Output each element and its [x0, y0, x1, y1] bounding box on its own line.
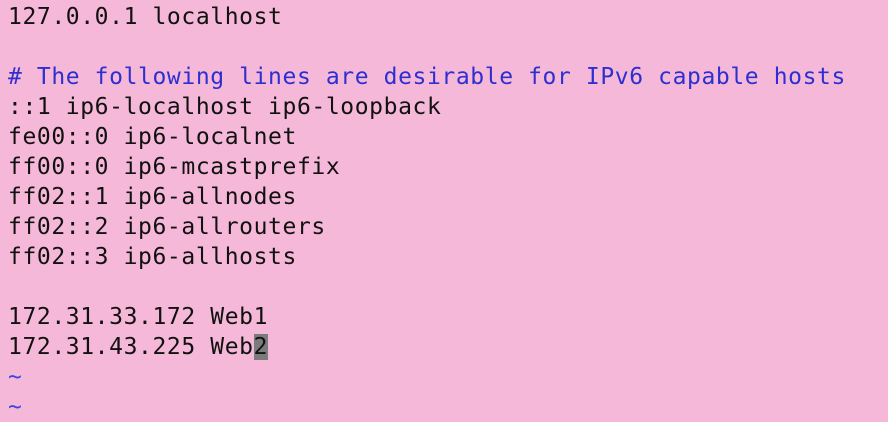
comment-line: # The following lines are desirable for … — [8, 64, 846, 90]
empty-buffer-tilde: ~ — [8, 364, 23, 390]
hosts-line-web2: 172.31.43.225 Web2 — [8, 332, 888, 362]
hosts-line-ip6-localnet: fe00::0 ip6-localnet — [8, 124, 297, 150]
hosts-line-ip6-allhosts: ff02::3 ip6-allhosts — [8, 244, 297, 270]
text-editor[interactable]: 127.0.0.1 localhost # The following line… — [0, 0, 888, 420]
hosts-line-ip6-localhost: ::1 ip6-localhost ip6-loopback — [8, 94, 442, 120]
hosts-line-ip6-allrouters: ff02::2 ip6-allrouters — [8, 214, 326, 240]
text-cursor: 2 — [253, 334, 269, 360]
hosts-line-localhost: 127.0.0.1 localhost — [8, 4, 283, 30]
hosts-line-ip6-allnodes: ff02::1 ip6-allnodes — [8, 184, 297, 210]
empty-buffer-tilde: ~ — [8, 394, 23, 420]
line-text-before-cursor: 172.31.43.225 Web — [8, 334, 254, 360]
hosts-line-ip6-mcastprefix: ff00::0 ip6-mcastprefix — [8, 154, 341, 180]
hosts-line-web1: 172.31.33.172 Web1 — [8, 304, 269, 330]
